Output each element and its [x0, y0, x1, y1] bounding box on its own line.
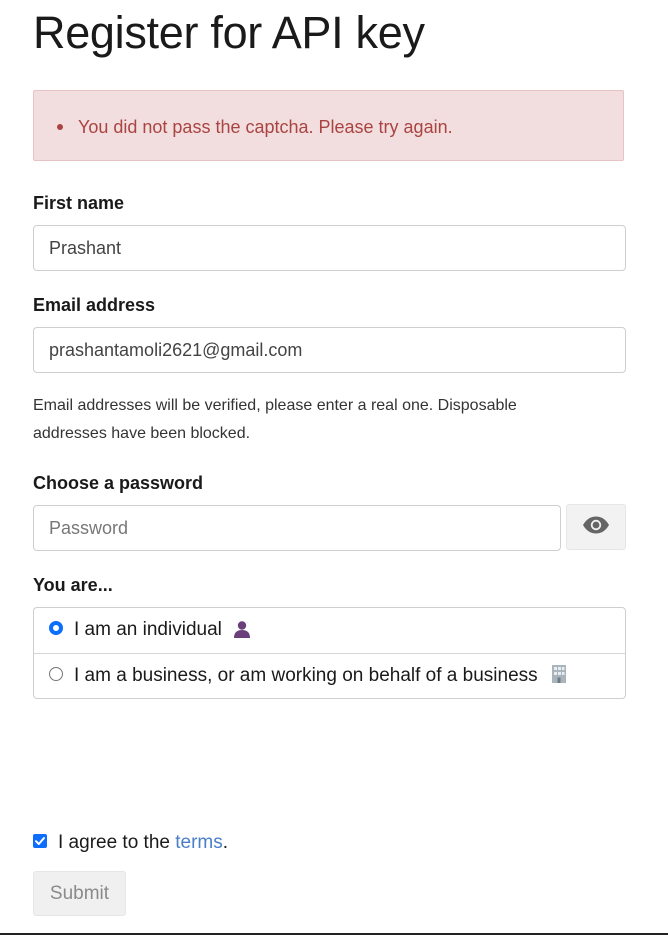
terms-suffix: . — [222, 832, 229, 853]
page-title: Register for API key — [33, 7, 425, 58]
error-message: You did not pass the captcha. Please try… — [78, 117, 453, 137]
first-name-field[interactable] — [33, 225, 626, 271]
first-name-label: First name — [33, 193, 125, 213]
error-alert: You did not pass the captcha. Please try… — [33, 90, 624, 161]
email-help-text: Email addresses will be verified, please… — [33, 397, 517, 442]
email-label: Email address — [33, 295, 156, 315]
eye-icon — [582, 516, 610, 539]
individual-option[interactable]: I am an individual — [34, 608, 625, 654]
terms-agreement: I agree to the terms. — [58, 830, 228, 856]
business-option[interactable]: I am a business, or am working on behalf… — [34, 654, 625, 699]
business-radio[interactable] — [49, 667, 63, 681]
terms-checkbox[interactable] — [33, 834, 47, 848]
show-password-button[interactable] — [566, 504, 626, 550]
account-type-radio-group: I am an individual I am a business, or a… — [33, 607, 626, 699]
individual-option-label: I am an individual — [74, 619, 222, 640]
person-icon — [233, 620, 251, 645]
business-option-label: I am a business, or am working on behalf… — [74, 665, 538, 686]
individual-radio[interactable] — [49, 621, 63, 635]
bullet-icon — [57, 124, 63, 130]
office-building-icon — [549, 664, 569, 691]
password-field[interactable] — [33, 505, 561, 551]
email-field[interactable] — [33, 327, 626, 373]
terms-prefix: I agree to the — [58, 832, 176, 853]
terms-link[interactable]: terms — [175, 832, 223, 853]
you-are-label: You are... — [33, 575, 113, 595]
submit-button[interactable]: Submit — [33, 871, 126, 916]
password-label: Choose a password — [33, 473, 204, 493]
